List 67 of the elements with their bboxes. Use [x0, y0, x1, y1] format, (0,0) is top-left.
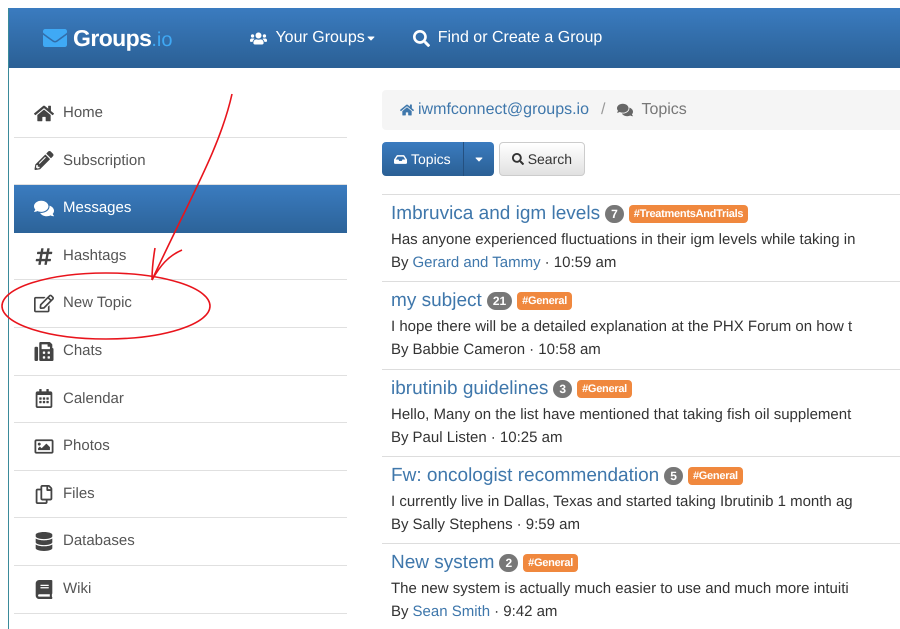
topic-time: · 9:59 am: [516, 514, 580, 535]
sidebar-item[interactable]: Calendar: [14, 376, 347, 424]
sidebar-item[interactable]: New Topic: [14, 280, 347, 328]
files-icon: [34, 484, 54, 504]
topic-time: · 10:25 am: [490, 428, 562, 448]
topic-time: · 9:42 am: [494, 602, 558, 622]
sidebar-item[interactable]: Hashtags: [14, 232, 347, 280]
edit-icon: [34, 294, 54, 314]
reply-count: 7: [605, 205, 624, 223]
topic-title[interactable]: Imbruvica and igm levels: [391, 202, 600, 226]
calendar-icon: [34, 389, 54, 408]
by-label: By: [391, 514, 409, 535]
reply-count: 5: [664, 466, 683, 485]
author-name: Sally Stephens: [412, 514, 513, 535]
topic-title[interactable]: Fw: oncologist recommendation: [391, 464, 660, 488]
topic-title[interactable]: my subject: [391, 289, 482, 314]
search-icon: [412, 30, 430, 46]
by-label: By: [391, 253, 409, 273]
dropdown-button[interactable]: [464, 142, 494, 176]
by-label: By: [391, 602, 409, 622]
nav-link[interactable]: Find or Create a Group: [412, 26, 602, 50]
telephone-icon: [34, 342, 54, 361]
topic-snippet: The new system is actually much easier to use and much more intuiti: [391, 579, 850, 600]
topic-time: · 10:58 am: [529, 340, 601, 360]
topic-snippet: Has anyone experienced fluctuations in their igm levels while taking in: [391, 230, 856, 250]
topic-snippet: I hope there will be a detailed explanation at the PHX Forum on how t: [391, 317, 854, 338]
sidebar-item[interactable]: Chats: [14, 328, 347, 376]
author-link[interactable]: Sean Smith: [412, 601, 490, 624]
author-name: Babbie Cameron: [412, 340, 526, 360]
topic-title[interactable]: New system: [391, 551, 494, 576]
topics-button[interactable]: Topics: [382, 142, 464, 176]
reply-count: 21: [486, 292, 512, 310]
breadcrumb-link[interactable]: iwmfconnect@groups.io: [400, 98, 589, 122]
speech-bubbles-icon: [34, 198, 54, 218]
search-icon: [512, 153, 524, 165]
home-icon: [34, 104, 54, 123]
envelope-icon: [41, 26, 69, 50]
breadcrumb-separator: /: [600, 100, 606, 120]
topic-time: · 10:59 am: [544, 253, 616, 273]
search-button[interactable]: Search: [498, 142, 586, 176]
topic-title[interactable]: ibrutinib guidelines: [391, 376, 548, 401]
sidebar-item[interactable]: Photos: [14, 423, 347, 471]
breadcrumb-current: Topics: [641, 100, 687, 120]
topic-snippet: I currently live in Dallas, Texas and started taking Ibrutinib 1 month ag: [391, 492, 854, 512]
inbox-icon: [394, 152, 407, 166]
topic-snippet: Hello, Many on the list have mentioned that taking fish oil supplement: [391, 404, 852, 425]
reply-count: 2: [499, 554, 518, 572]
sidebar-item[interactable]: Messages: [14, 185, 347, 233]
sidebar-item[interactable]: Home: [14, 90, 347, 138]
reply-count: 3: [553, 380, 572, 398]
users-icon: [250, 30, 268, 46]
nav-link[interactable]: Your Groups: [250, 26, 377, 50]
book-icon: [34, 580, 54, 599]
home-icon: [400, 103, 414, 117]
by-label: By: [391, 340, 409, 360]
hashtag-icon: [34, 246, 54, 266]
sidebar-item[interactable]: Databases: [14, 518, 347, 566]
image-icon: [34, 436, 54, 456]
logo[interactable]: Groups.io: [41, 20, 172, 56]
sidebar-item[interactable]: Wiki: [14, 566, 347, 614]
database-icon: [34, 532, 54, 552]
sidebar-item[interactable]: Files: [14, 470, 347, 518]
author-name: Paul Listen: [412, 428, 487, 448]
pencil-icon: [34, 151, 54, 170]
speech-bubbles-icon: [617, 102, 634, 118]
author-link[interactable]: Gerard and Tammy: [412, 252, 541, 274]
by-label: By: [391, 428, 409, 448]
